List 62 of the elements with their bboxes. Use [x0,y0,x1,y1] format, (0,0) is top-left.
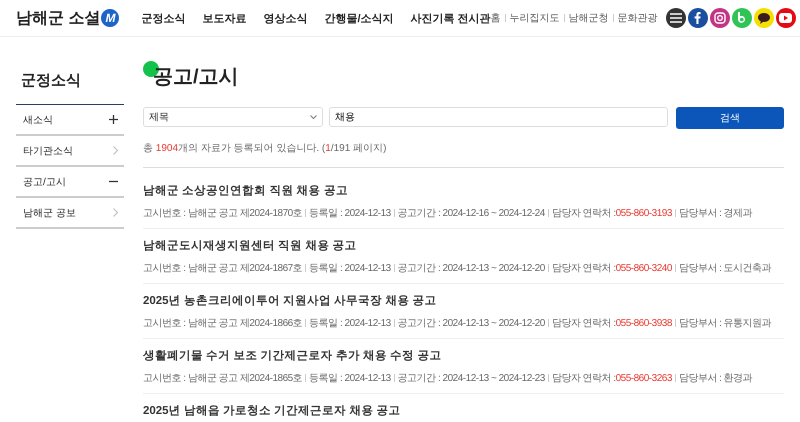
notice-title[interactable]: 생활폐기물 수거 보조 기간제근로자 추가 채용 수정 공고 [143,348,784,363]
nav-link[interactable]: 보도자료 [202,10,246,26]
utility-link[interactable]: 홈 [490,11,501,25]
result-count: 총 1904개의 자료가 등록되어 있습니다. (1/191 페이지) [143,141,784,168]
contact-phone: 055-860-3193 [616,208,672,218]
social-link[interactable] [688,8,708,28]
contact-label: 담당자 연락처 : [552,207,616,220]
sidebar-item[interactable]: 남해군 공보 [16,198,124,229]
registration-date: 등록일 : 2024-12-13 [309,372,391,385]
logo-text[interactable]: 남해군 소셜 [16,8,100,28]
notice-title[interactable]: 2025년 농촌크리에이투어 지원사업 사무국장 채용 공고 [143,293,784,308]
department: 담당부서 : 경제과 [678,207,752,220]
contact-label: 담당자 연락처 : [552,372,616,385]
letter-b-icon [737,12,746,24]
contact-phone: 055-860-3240 [616,262,672,274]
registration-date: 등록일 : 2024-12-13 [309,262,391,275]
nav-link[interactable]: 사진기록 전시관 [410,10,491,26]
social-link[interactable] [754,8,774,28]
department: 담당부서 : 도시건축과 [678,262,772,275]
sidebar-item[interactable]: 새소식 [16,105,124,136]
chevron-down-icon [310,115,317,119]
logo-badge[interactable]: M [101,9,120,27]
contact-label: 담당자 연락처 : [552,317,616,330]
camera-icon [714,12,726,24]
contact-phone: 055-860-3938 [616,318,672,328]
contact-phone: 055-860-3263 [616,372,672,384]
chevron-right-icon [113,146,118,155]
contact-label: 담당자 연락처 : [552,262,616,275]
page-title: 공고/고시 [153,65,240,90]
social-link[interactable] [666,8,686,28]
play-icon [779,13,792,23]
department: 담당부서 : 환경과 [678,372,752,385]
category-select[interactable]: 제목 [143,107,323,127]
notice-period: 공고기간 : 2024-12-13 ~ 2024-12-20 [398,262,545,275]
notice-number: 고시번호 : 남해군 공고 제2024-1867호 [143,262,302,275]
registration-date: 등록일 : 2024-12-13 [309,207,391,220]
search-field[interactable]: 채용 [329,107,668,127]
sidebar-title: 군정소식 [21,71,82,90]
utility-link[interactable]: 문화관광 [618,11,658,25]
search-button[interactable]: 검색 [676,107,784,129]
speech-bubble-icon [758,12,770,24]
sidebar-item[interactable]: 공고/고시 [16,167,124,198]
notice-title[interactable]: 남해군 소상공인연합회 직원 채용 공고 [143,183,784,198]
notice-title[interactable]: 2025년 남해읍 가로청소 기간제근로자 채용 공고 [143,403,784,418]
notice-period: 공고기간 : 2024-12-13 ~ 2024-12-23 [398,372,545,385]
sidebar-item[interactable]: 타기관소식 [16,136,124,167]
notice-period: 공고기간 : 2024-12-16 ~ 2024-12-24 [398,207,545,220]
utility-link[interactable]: 누리집지도 [510,11,560,25]
letter-f-icon [694,12,702,24]
notice-period: 공고기간 : 2024-12-13 ~ 2024-12-20 [398,317,545,330]
registration-date: 등록일 : 2024-12-13 [309,317,391,330]
department: 담당부서 : 유통지원과 [678,317,772,330]
notice-number: 고시번호 : 남해군 공고 제2024-1866호 [143,317,302,330]
nav-link[interactable]: 간행물/소식지 [324,10,394,26]
nav-link[interactable]: 영상소식 [263,10,308,26]
nav-link[interactable]: 군정소식 [141,10,186,26]
notice-number: 고시번호 : 남해군 공고 제2024-1870호 [143,207,302,220]
menu-icon [670,13,682,23]
chevron-right-icon [113,208,118,217]
notice-title[interactable]: 남해군도시재생지원센터 직원 채용 공고 [143,238,784,253]
notice-number: 고시번호 : 남해군 공고 제2024-1865호 [143,372,302,385]
utility-link[interactable]: 남해군청 [568,11,609,25]
